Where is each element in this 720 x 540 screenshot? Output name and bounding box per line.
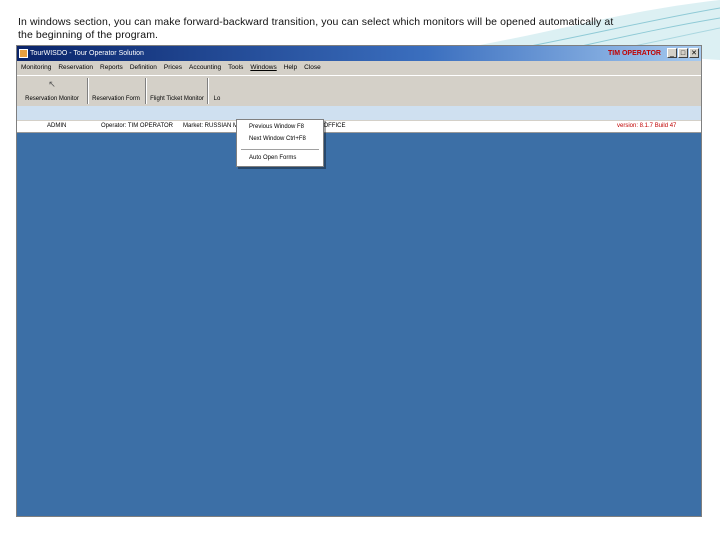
reservation-form-button[interactable]: Reservation Form	[89, 78, 143, 104]
maximize-button[interactable]: □	[678, 48, 688, 58]
flight-ticket-monitor-button[interactable]: Flight Ticket Monitor	[147, 78, 207, 104]
menu-tools[interactable]: Tools	[228, 61, 243, 74]
logout-button[interactable]: Lo	[209, 78, 225, 104]
menu-separator	[241, 149, 319, 150]
status-version: version: 8.1.7 Build 47	[617, 123, 677, 129]
menu-item-auto-open-forms[interactable]: Auto Open Forms	[249, 155, 296, 161]
app-icon	[19, 48, 28, 58]
status-bar: ADMIN Operator: TIM OPERATOR Market: RUS…	[17, 121, 701, 133]
menu-windows[interactable]: Windows	[250, 61, 276, 74]
cursor-icon: ↖	[48, 79, 56, 89]
toolbar: ↖ Reservation Monitor Reservation Form F…	[17, 75, 701, 107]
close-button[interactable]: ✕	[689, 48, 699, 58]
title-bar: TourWISDO - Tour Operator Solution TIM O…	[17, 46, 701, 61]
window-title: TourWISDO - Tour Operator Solution	[30, 50, 144, 57]
workspace-area[interactable]	[17, 133, 701, 516]
ticket-icon	[173, 80, 182, 89]
menu-item-next-window[interactable]: Next Window Ctrl+F8	[249, 136, 306, 142]
logout-icon	[213, 80, 222, 89]
toolbar-band	[17, 106, 701, 120]
menu-reservation[interactable]: Reservation	[58, 61, 93, 74]
menu-reports[interactable]: Reports	[100, 61, 123, 74]
status-user: ADMIN	[47, 123, 67, 129]
menu-accounting[interactable]: Accounting	[189, 61, 221, 74]
operator-mode-label: TIM OPERATOR	[607, 50, 661, 57]
form-icon	[112, 80, 121, 89]
menu-item-previous-window[interactable]: Previous Window F8	[249, 124, 304, 130]
menu-definition[interactable]: Definition	[130, 61, 157, 74]
status-operator: Operator: TIM OPERATOR	[101, 123, 174, 129]
windows-dropdown-menu: Previous Window F8 Next Window Ctrl+F8 A…	[236, 119, 324, 167]
menu-bar: Monitoring Reservation Reports Definitio…	[17, 61, 701, 74]
menu-close[interactable]: Close	[304, 61, 321, 74]
reservation-monitor-button[interactable]: ↖ Reservation Monitor	[19, 78, 85, 104]
slide-caption: In windows section, you can make forward…	[18, 16, 614, 41]
menu-prices[interactable]: Prices	[164, 61, 182, 74]
menu-monitoring[interactable]: Monitoring	[21, 61, 51, 74]
menu-help[interactable]: Help	[284, 61, 297, 74]
app-window: TourWISDO - Tour Operator Solution TIM O…	[16, 45, 702, 517]
minimize-button[interactable]: _	[667, 48, 677, 58]
